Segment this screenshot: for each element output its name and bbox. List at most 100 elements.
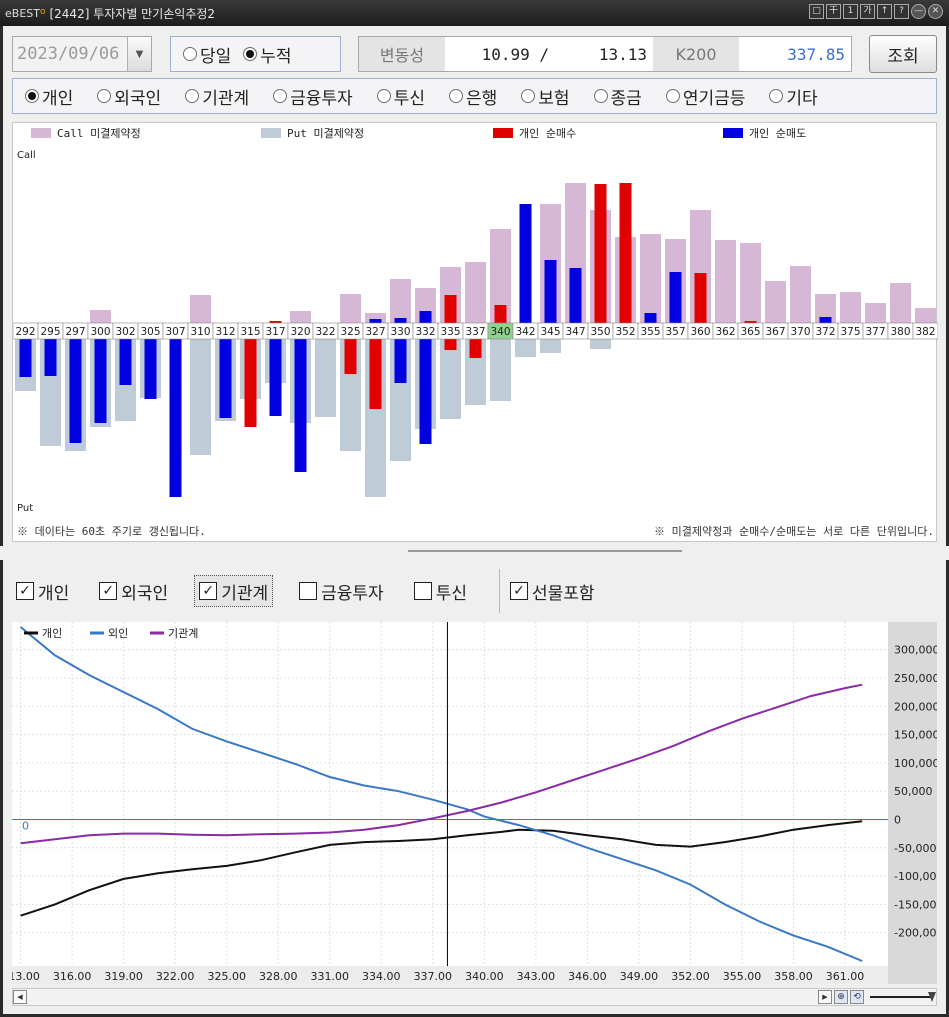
- investor-option-0[interactable]: 개인: [25, 84, 73, 109]
- x-tick-label: 358.00: [774, 970, 813, 983]
- mode-option-label: 누적: [260, 46, 292, 67]
- checkmark-icon[interactable]: ✓: [99, 582, 118, 600]
- pnl-chart: 313.00 316.00 319.00 322.00 325.00 328.00 331.…: [12, 622, 937, 984]
- investor-option-dot-icon[interactable]: [185, 89, 200, 103]
- series-line-개인: [20, 820, 863, 917]
- date-value: 2023/09/06: [17, 44, 120, 64]
- app-logo: eBESTo: [5, 6, 46, 20]
- mode-option-dot-icon[interactable]: [183, 47, 197, 61]
- check-option-label: 금융투자: [321, 583, 384, 604]
- check-option-0[interactable]: ✓ 개인: [12, 575, 73, 607]
- x-tick-label: 340.00: [465, 970, 504, 983]
- x-tick-label: 331.00: [311, 970, 350, 983]
- investor-option-dot-icon[interactable]: [273, 89, 288, 103]
- zoom-slider[interactable]: [870, 990, 936, 1004]
- window-button-4[interactable]: ↑: [877, 4, 892, 19]
- investor-option-dot-icon[interactable]: [97, 89, 112, 103]
- y-tick-label: -100,000: [894, 870, 937, 883]
- window-button-0[interactable]: □: [809, 4, 824, 19]
- investor-option-dot-icon[interactable]: [521, 89, 536, 103]
- zoom-reset-icon[interactable]: ⟲: [850, 990, 864, 1004]
- x-tick-label: 328.00: [259, 970, 298, 983]
- put-net-sell-bar: [69, 339, 82, 443]
- investor-option-9[interactable]: 기타: [769, 84, 818, 109]
- window-button-5[interactable]: ?: [894, 4, 909, 19]
- call-side-label: Call: [17, 150, 36, 161]
- volatility-panel: 변동성 10.99 / 13.13 K200 337.85: [358, 36, 852, 72]
- put-net-sell-bar: [144, 339, 157, 399]
- checkmark-icon[interactable]: ✓: [16, 582, 34, 600]
- zoom-in-icon[interactable]: ⊕: [834, 990, 848, 1004]
- investor-option-dot-icon[interactable]: [25, 89, 39, 103]
- window-button-7[interactable]: ✕: [928, 4, 943, 19]
- put-net-buy-bar: [369, 339, 382, 409]
- check-option-3[interactable]: 금융투자: [295, 575, 388, 607]
- investor-option-6[interactable]: 보험: [521, 84, 570, 109]
- strike-label: 365: [740, 326, 760, 338]
- mode-option-1[interactable]: 누적: [243, 42, 292, 67]
- panel-splitter[interactable]: [0, 546, 949, 560]
- check-option-4[interactable]: 투신: [410, 575, 471, 607]
- x-tick-label: 334.00: [362, 970, 401, 983]
- investor-option-dot-icon[interactable]: [376, 89, 391, 103]
- strike-label: 352: [615, 326, 635, 338]
- put-net-sell-bar: [19, 339, 32, 377]
- strike-label: 325: [340, 326, 360, 338]
- investor-option-5[interactable]: 은행: [448, 84, 497, 109]
- investor-option-dot-icon[interactable]: [769, 89, 784, 103]
- call-net-buy-bar: [494, 305, 507, 323]
- put-oi-bar: [190, 339, 211, 455]
- strike-label: 357: [665, 326, 685, 338]
- strike-label: 337: [465, 326, 485, 338]
- investor-option-8[interactable]: 연기금등: [665, 84, 745, 109]
- investor-option-dot-icon[interactable]: [448, 89, 463, 103]
- call-net-sell-bar: [644, 313, 657, 323]
- scroll-right-button[interactable]: ▶: [818, 990, 832, 1004]
- checkmark-icon[interactable]: ✓: [199, 582, 218, 600]
- dropdown-arrow-icon[interactable]: ▼: [127, 37, 151, 71]
- investor-option-dot-icon[interactable]: [665, 89, 680, 103]
- volatility-label: 변동성: [359, 37, 445, 71]
- strike-label: 360: [690, 326, 710, 338]
- window-button-6[interactable]: —: [911, 4, 926, 19]
- query-button[interactable]: 조회: [869, 35, 937, 73]
- strike-label: 340: [490, 326, 510, 338]
- pnl-svg: 313.00 316.00 319.00 322.00 325.00 328.00 331.…: [12, 622, 937, 984]
- call-oi-bar: [915, 308, 936, 323]
- window-button-2[interactable]: 1: [843, 4, 858, 19]
- legend-label: Call 미결제약정: [57, 126, 141, 140]
- window-button-1[interactable]: 干: [826, 4, 841, 19]
- check-option-2[interactable]: ✓ 기관계: [194, 575, 274, 607]
- checkbox-empty-icon[interactable]: [413, 582, 432, 600]
- date-picker[interactable]: 2023/09/06 ▼: [12, 36, 152, 72]
- strike-label: 380: [890, 326, 910, 338]
- horizontal-scrollbar[interactable]: ◀ ▶ ⊕ ⟲: [12, 988, 937, 1006]
- k200-value: 337.85: [787, 44, 845, 64]
- call-oi-bar: [190, 295, 211, 323]
- investor-option-4[interactable]: 투신: [376, 84, 425, 109]
- check-option-5[interactable]: ✓ 선물포함: [506, 575, 599, 607]
- y-tick-label: 150,000: [894, 729, 937, 742]
- y-tick-label: 50,000: [894, 785, 933, 798]
- investor-option-1[interactable]: 외국인: [97, 84, 161, 109]
- legend-label: 기관계: [168, 627, 198, 640]
- investor-option-3[interactable]: 금융투자: [273, 84, 353, 109]
- scroll-left-button[interactable]: ◀: [13, 990, 27, 1004]
- mode-option-0[interactable]: 당일: [183, 42, 231, 67]
- call-oi-bar: [640, 234, 661, 323]
- investor-option-dot-icon[interactable]: [593, 89, 608, 103]
- investor-option-2[interactable]: 기관계: [185, 84, 249, 109]
- x-tick-label: 337.00: [414, 970, 453, 983]
- checkbox-empty-icon[interactable]: [299, 582, 318, 600]
- k200-label: K200: [653, 37, 739, 71]
- investor-check-row: ✓ 개인 ✓ 외국인 ✓ 기관계 금융투자 투신 ✓ 선물포함: [12, 568, 937, 614]
- refresh-note: ※ 데이타는 60초 주기로 갱신됩니다.: [17, 525, 206, 538]
- check-option-1[interactable]: ✓ 외국인: [95, 575, 172, 607]
- strike-label: 362: [715, 326, 735, 338]
- investor-option-7[interactable]: 종금: [593, 84, 642, 109]
- checkmark-icon[interactable]: ✓: [509, 582, 528, 600]
- mode-option-dot-icon[interactable]: [243, 47, 258, 61]
- window-button-3[interactable]: 가: [860, 4, 875, 19]
- strike-label: 322: [315, 326, 335, 338]
- strike-label: 370: [790, 326, 810, 338]
